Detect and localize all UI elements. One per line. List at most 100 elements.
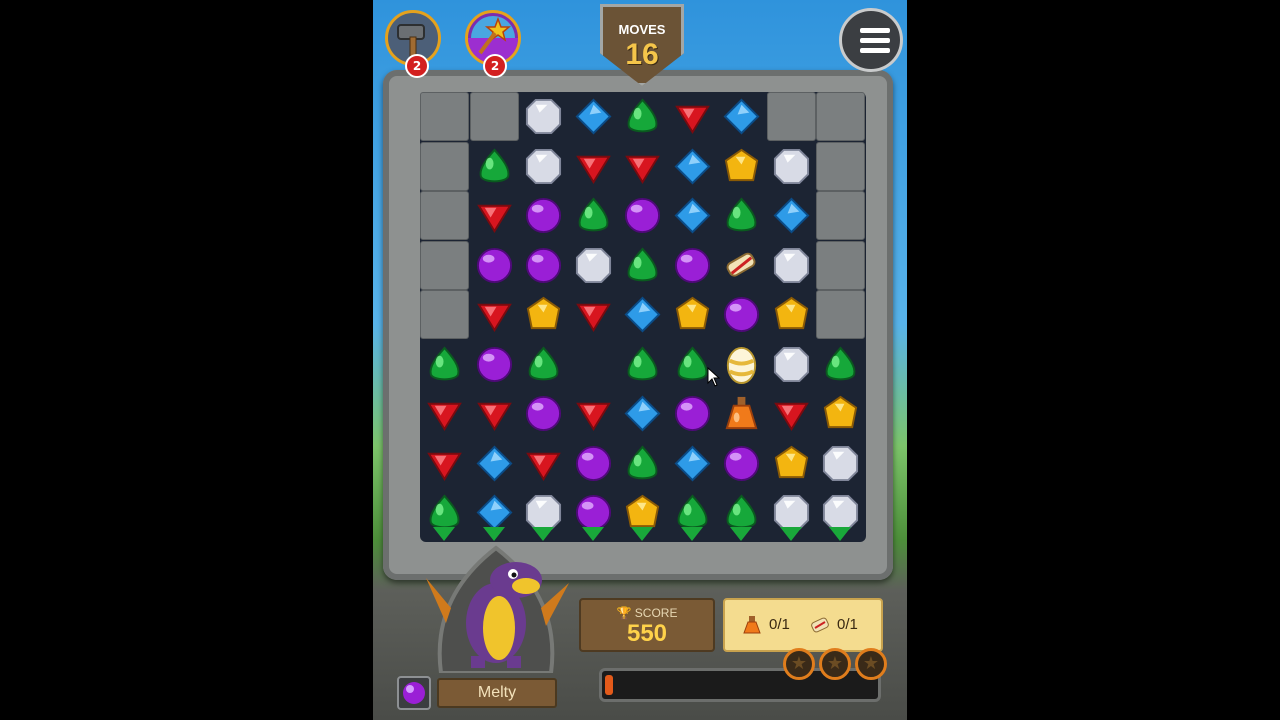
board-cell[interactable] <box>717 142 766 191</box>
board-cell[interactable] <box>767 488 816 541</box>
board-cell[interactable] <box>519 488 568 541</box>
green-gem-icon[interactable] <box>673 345 712 384</box>
game-board[interactable] <box>420 92 866 542</box>
scroll-icon[interactable] <box>722 246 761 285</box>
board-cell[interactable] <box>470 389 519 438</box>
white-gem-icon[interactable] <box>772 147 811 186</box>
board-cell[interactable] <box>767 191 816 240</box>
board-cell[interactable] <box>618 142 667 191</box>
red-gem-icon[interactable] <box>425 394 464 433</box>
red-gem-icon[interactable] <box>475 196 514 235</box>
red-gem-icon[interactable] <box>673 97 712 136</box>
board-cell[interactable] <box>569 92 618 141</box>
board-cell[interactable] <box>767 142 816 191</box>
board-cell[interactable] <box>569 389 618 438</box>
board-cell[interactable] <box>569 290 618 339</box>
board-cell[interactable] <box>717 92 766 141</box>
red-gem-icon[interactable] <box>574 394 613 433</box>
board-cell[interactable] <box>519 340 568 389</box>
board-cell[interactable] <box>470 142 519 191</box>
yellow-gem-icon[interactable] <box>524 295 563 334</box>
board-cell[interactable] <box>470 290 519 339</box>
board-cell[interactable] <box>470 191 519 240</box>
board-cell[interactable] <box>470 340 519 389</box>
green-gem-icon[interactable] <box>524 345 563 384</box>
red-gem-icon[interactable] <box>425 444 464 483</box>
board-cell[interactable] <box>717 290 766 339</box>
board-cell[interactable] <box>668 389 717 438</box>
board-cell[interactable] <box>569 241 618 290</box>
potion-icon[interactable] <box>722 394 761 433</box>
board-cell[interactable] <box>717 340 766 389</box>
blue-gem-icon[interactable] <box>673 444 712 483</box>
purple-gem-icon[interactable] <box>475 246 514 285</box>
blue-gem-icon[interactable] <box>772 196 811 235</box>
board-cell[interactable] <box>717 191 766 240</box>
green-gem-icon[interactable] <box>623 246 662 285</box>
board-cell[interactable] <box>569 191 618 240</box>
board-cell[interactable] <box>618 191 667 240</box>
board-cell[interactable] <box>519 142 568 191</box>
yellow-gem-icon[interactable] <box>772 444 811 483</box>
yellow-gem-icon[interactable] <box>821 394 860 433</box>
blue-gem-icon[interactable] <box>673 196 712 235</box>
red-gem-icon[interactable] <box>475 295 514 334</box>
board-cell[interactable] <box>767 290 816 339</box>
board-cell[interactable] <box>816 488 865 541</box>
board-cell[interactable] <box>519 92 568 141</box>
purple-gem-icon[interactable] <box>623 196 662 235</box>
board-cell[interactable] <box>816 340 865 389</box>
board-cell[interactable] <box>618 92 667 141</box>
blue-gem-icon[interactable] <box>475 444 514 483</box>
board-cell[interactable] <box>816 389 865 438</box>
blue-gem-icon[interactable] <box>623 295 662 334</box>
green-gem-icon[interactable] <box>425 345 464 384</box>
board-cell[interactable] <box>717 241 766 290</box>
egg-icon[interactable] <box>722 345 761 384</box>
board-cell[interactable] <box>816 439 865 488</box>
board-cell[interactable] <box>668 92 717 141</box>
menu-button[interactable] <box>839 8 903 72</box>
purple-gem-icon[interactable] <box>673 394 712 433</box>
red-gem-icon[interactable] <box>772 394 811 433</box>
blue-gem-icon[interactable] <box>722 97 761 136</box>
board-cell[interactable] <box>668 439 717 488</box>
purple-gem-icon[interactable] <box>673 246 712 285</box>
board-cell[interactable] <box>767 439 816 488</box>
board-cell[interactable] <box>519 389 568 438</box>
board-cell[interactable] <box>519 439 568 488</box>
board-cell[interactable] <box>767 241 816 290</box>
board-cell[interactable] <box>668 142 717 191</box>
red-gem-icon[interactable] <box>623 147 662 186</box>
purple-gem-icon[interactable] <box>722 295 761 334</box>
board-cell[interactable] <box>717 389 766 438</box>
blue-gem-icon[interactable] <box>623 394 662 433</box>
white-gem-icon[interactable] <box>772 246 811 285</box>
board-cell[interactable] <box>668 191 717 240</box>
purple-gem-icon[interactable] <box>524 394 563 433</box>
board-cell[interactable] <box>618 488 667 541</box>
board-cell[interactable] <box>717 488 766 541</box>
green-gem-icon[interactable] <box>623 444 662 483</box>
board-cell[interactable] <box>569 439 618 488</box>
red-gem-icon[interactable] <box>574 295 613 334</box>
board-cell[interactable] <box>519 191 568 240</box>
purple-gem-icon[interactable] <box>574 444 613 483</box>
board-cell[interactable] <box>618 241 667 290</box>
purple-gem-icon[interactable] <box>524 246 563 285</box>
white-gem-icon[interactable] <box>524 147 563 186</box>
green-gem-icon[interactable] <box>623 345 662 384</box>
board-cell[interactable] <box>519 241 568 290</box>
green-gem-icon[interactable] <box>722 196 761 235</box>
board-cell[interactable] <box>618 290 667 339</box>
green-gem-icon[interactable] <box>821 345 860 384</box>
board-cell[interactable] <box>470 488 519 541</box>
green-gem-icon[interactable] <box>475 147 514 186</box>
white-gem-icon[interactable] <box>821 444 860 483</box>
white-gem-icon[interactable] <box>524 97 563 136</box>
purple-gem-icon[interactable] <box>475 345 514 384</box>
board-cell[interactable] <box>767 340 816 389</box>
board-cell[interactable] <box>420 389 469 438</box>
red-gem-icon[interactable] <box>524 444 563 483</box>
board-cell[interactable] <box>569 142 618 191</box>
